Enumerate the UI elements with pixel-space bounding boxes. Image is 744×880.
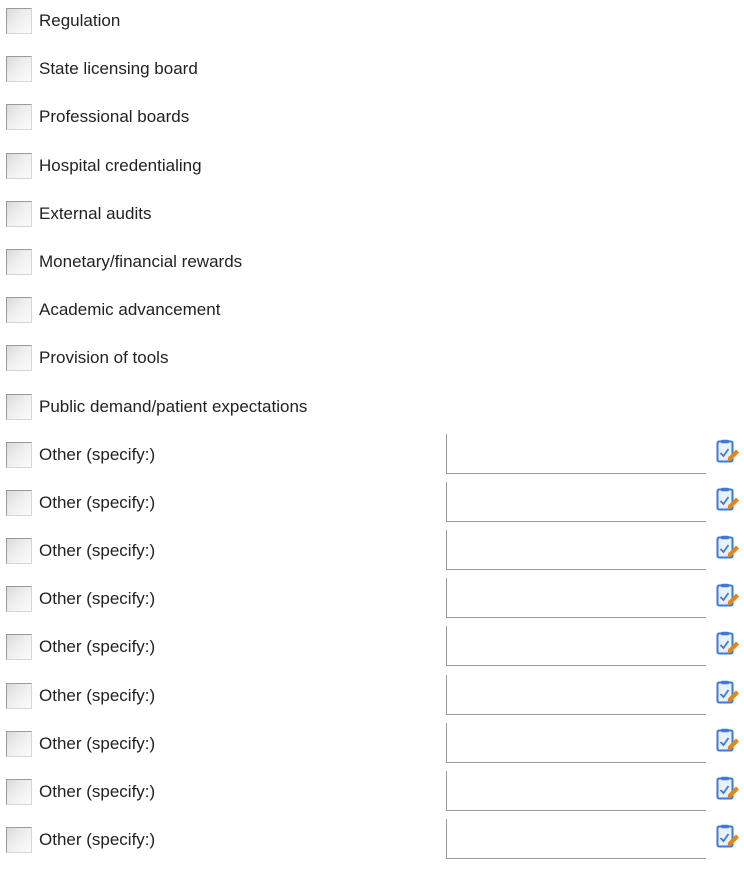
checkbox-other[interactable] [6, 489, 32, 516]
other-label: Other (specify:) [39, 733, 156, 753]
other-specify-input[interactable] [446, 433, 706, 474]
other-label: Other (specify:) [39, 685, 156, 705]
checkbox-external-audits[interactable] [6, 200, 32, 227]
option-row-state-licensing-board: State licensing board [6, 52, 742, 100]
edit-note-icon[interactable] [716, 583, 740, 609]
option-label-state-licensing-board: State licensing board [39, 59, 198, 79]
option-label-monetary-rewards: Monetary/financial rewards [39, 251, 243, 271]
option-row-professional-boards: Professional boards [6, 100, 742, 148]
other-specify-input[interactable] [446, 530, 706, 571]
other-specify-input[interactable] [446, 674, 706, 715]
other-row: Other (specify:) [6, 819, 742, 871]
option-row-external-audits: External audits [6, 197, 742, 245]
option-row-hospital-credentialing: Hospital credentialing [6, 149, 742, 197]
other-specify-input[interactable] [446, 819, 706, 860]
option-row-provision-of-tools: Provision of tools [6, 341, 742, 389]
option-label-professional-boards: Professional boards [39, 107, 190, 127]
other-row: Other (specify:) [6, 626, 742, 678]
checkbox-public-demand[interactable] [6, 393, 32, 420]
other-specify-input[interactable] [446, 722, 706, 763]
edit-note-icon[interactable] [716, 776, 740, 802]
other-row: Other (specify:) [6, 578, 742, 630]
checkbox-other[interactable] [6, 634, 32, 661]
other-row: Other (specify:) [6, 433, 742, 486]
option-list: Regulation State licensing board Profess… [6, 4, 742, 871]
other-row: Other (specify:) [6, 530, 742, 582]
other-specify-input[interactable] [446, 626, 706, 667]
checkbox-other[interactable] [6, 730, 32, 757]
other-label: Other (specify:) [39, 637, 156, 657]
other-label: Other (specify:) [39, 492, 156, 512]
other-row: Other (specify:) [6, 481, 742, 534]
option-row-regulation: Regulation [6, 4, 742, 52]
edit-note-icon[interactable] [716, 535, 740, 561]
option-label-public-demand: Public demand/patient expectations [39, 396, 308, 416]
checkbox-hospital-credentialing[interactable] [6, 152, 32, 179]
edit-note-icon[interactable] [716, 728, 740, 754]
option-row-monetary-rewards: Monetary/financial rewards [6, 245, 742, 293]
edit-note-icon[interactable] [716, 487, 740, 513]
checkbox-monetary-rewards[interactable] [6, 248, 32, 275]
option-row-academic-advancement: Academic advancement [6, 293, 742, 341]
checkbox-other[interactable] [6, 779, 32, 805]
checkbox-other[interactable] [6, 682, 32, 709]
other-specify-input[interactable] [446, 771, 706, 811]
other-label: Other (specify:) [39, 444, 156, 464]
checkbox-academic-advancement[interactable] [6, 297, 32, 324]
checkbox-other[interactable] [6, 538, 32, 565]
other-specify-input[interactable] [446, 578, 706, 619]
other-label: Other (specify:) [39, 830, 156, 850]
other-row: Other (specify:) [6, 722, 742, 775]
checkbox-state-licensing-board[interactable] [6, 56, 32, 83]
option-label-regulation: Regulation [39, 11, 121, 30]
edit-note-icon[interactable] [716, 439, 740, 465]
other-label: Other (specify:) [39, 782, 156, 801]
checkbox-other[interactable] [6, 441, 32, 468]
checkbox-other[interactable] [6, 827, 32, 854]
edit-note-icon[interactable] [716, 631, 740, 657]
checkbox-regulation[interactable] [6, 8, 32, 34]
edit-note-icon[interactable] [716, 680, 740, 706]
other-label: Other (specify:) [39, 541, 156, 561]
option-label-hospital-credentialing: Hospital credentialing [39, 155, 202, 175]
option-row-public-demand: Public demand/patient expectations [6, 390, 742, 438]
checkbox-professional-boards[interactable] [6, 104, 32, 131]
option-label-provision-of-tools: Provision of tools [39, 348, 169, 368]
checkbox-provision-of-tools[interactable] [6, 345, 32, 372]
edit-note-icon[interactable] [716, 824, 740, 850]
checkbox-other[interactable] [6, 586, 32, 613]
other-row: Other (specify:) [6, 674, 742, 727]
option-label-external-audits: External audits [39, 203, 152, 223]
other-specify-input[interactable] [446, 481, 706, 522]
other-label: Other (specify:) [39, 589, 156, 609]
other-row: Other (specify:) [6, 771, 742, 823]
option-label-academic-advancement: Academic advancement [39, 300, 221, 320]
